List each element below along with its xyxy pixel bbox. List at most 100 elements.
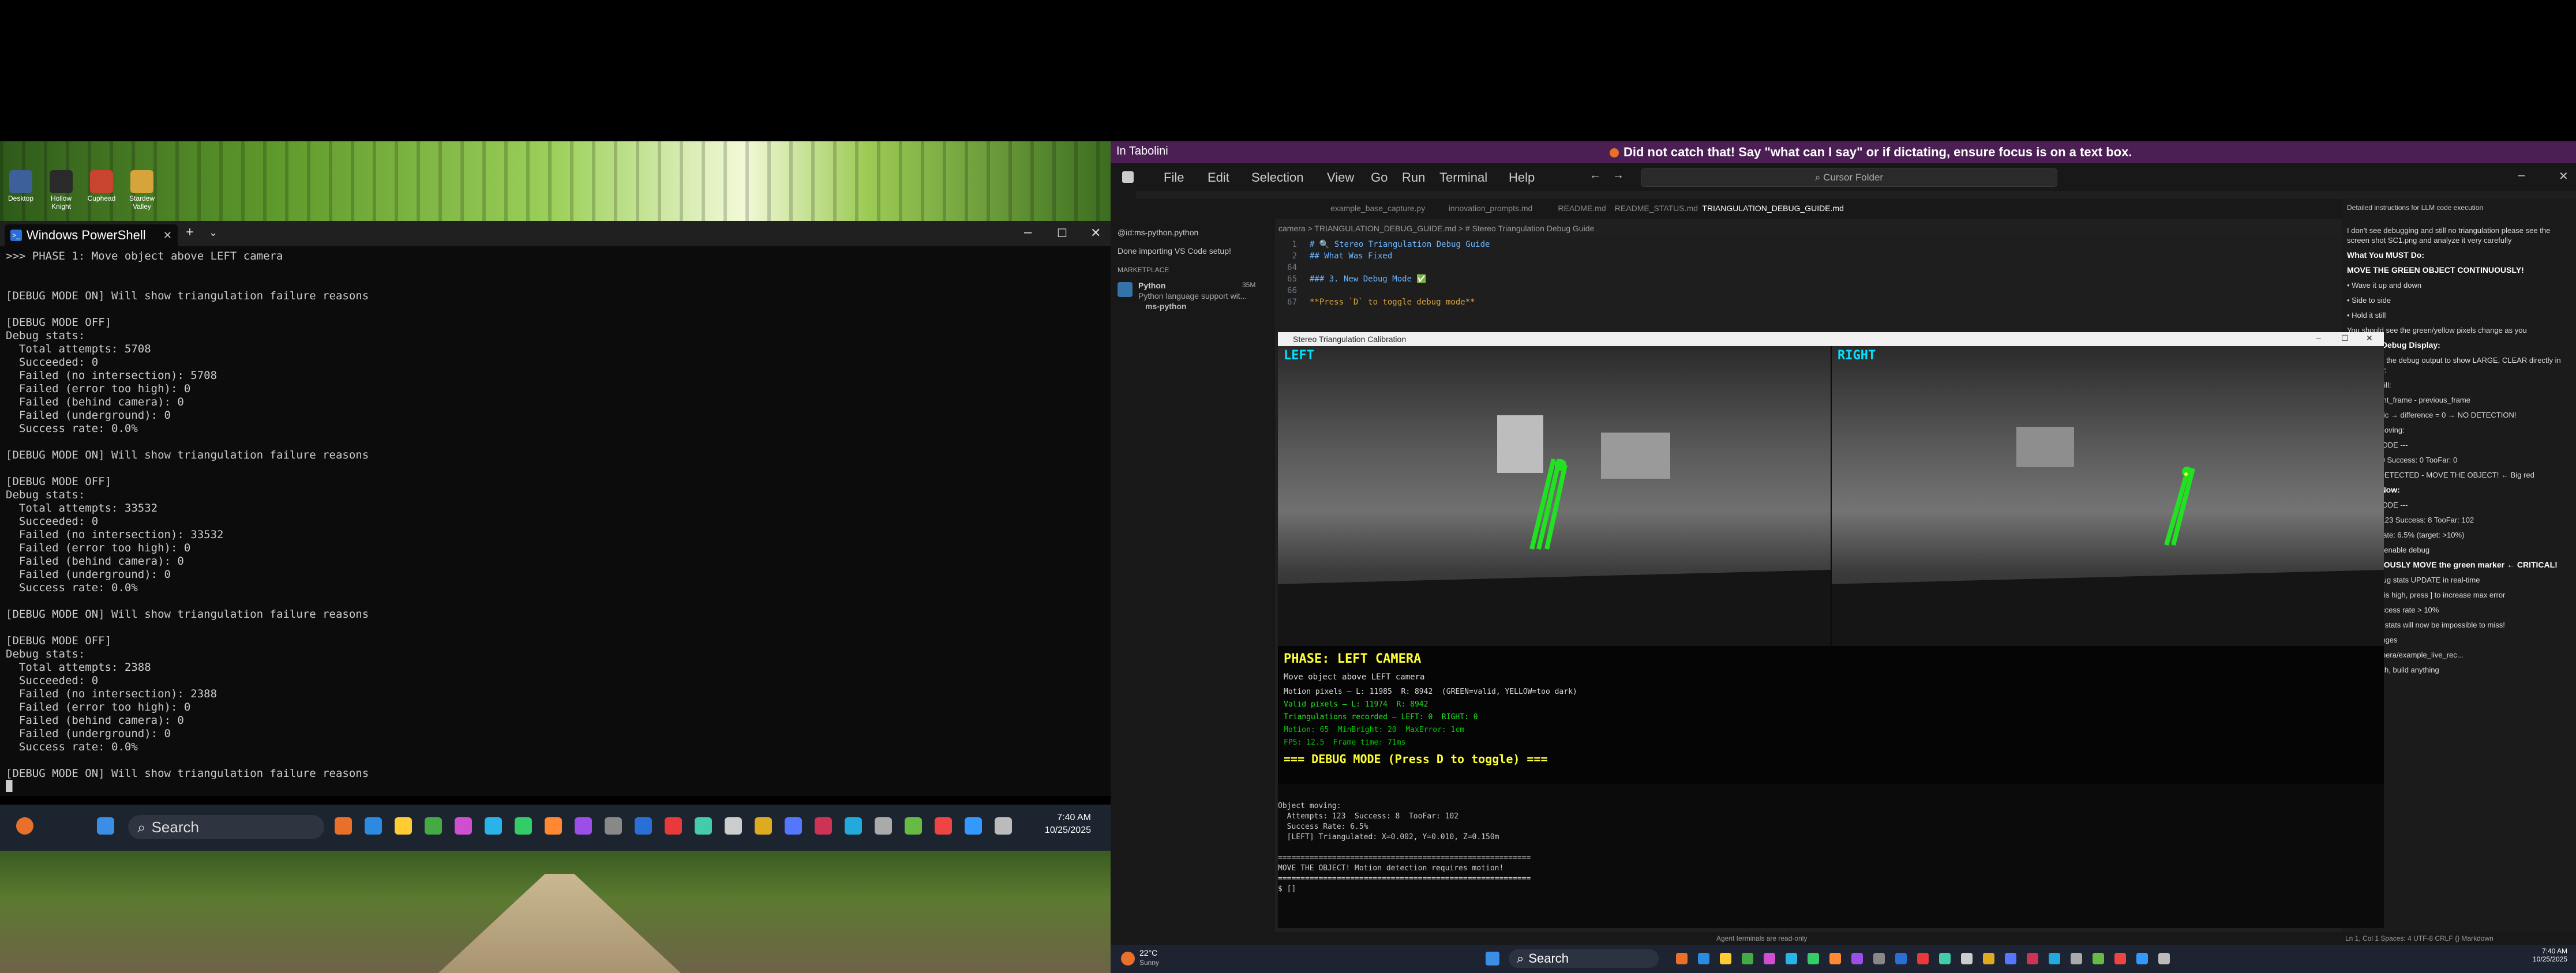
taskbar-app-icon[interactable] (1851, 953, 1863, 964)
taskbar-search[interactable]: ⌕ Search (128, 815, 324, 839)
menu-go[interactable]: Go (1371, 170, 1388, 185)
taskbar-app-icon[interactable] (2158, 953, 2170, 964)
taskbar-app-icon[interactable] (635, 817, 652, 835)
start-button[interactable] (1486, 952, 1499, 966)
menu-edit[interactable]: Edit (1208, 170, 1229, 185)
taskbar-app-icon[interactable] (1917, 953, 1929, 964)
breadcrumb-path[interactable]: camera > TRIANGULATION_DEBUG_GUIDE.md > … (1278, 224, 1594, 233)
close-tab-icon[interactable]: ✕ (163, 230, 172, 242)
taskbar-clock[interactable]: 7:40 AM 10/25/2025 (2533, 947, 2567, 963)
taskbar-app-icon[interactable] (995, 817, 1012, 835)
taskbar-app-icon[interactable] (425, 817, 442, 835)
editor-tab[interactable]: example_base_capture.py (1330, 204, 1425, 213)
taskbar-app-icon[interactable] (2071, 953, 2082, 964)
taskbar-app-icon[interactable] (455, 817, 472, 835)
chevron-down-icon[interactable]: ⌄ (209, 227, 218, 239)
taskbar-app-icon[interactable] (1698, 953, 1709, 964)
taskbar-app-icon[interactable] (1786, 953, 1797, 964)
close-button[interactable]: ✕ (1090, 226, 1101, 241)
taskbar-app-icon[interactable] (815, 817, 832, 835)
minimize-button[interactable]: – (2316, 333, 2321, 343)
taskbar-app-icon[interactable] (755, 817, 772, 835)
calibration-titlebar[interactable]: Stereo Triangulation Calibration – ☐ ✕ (1278, 332, 2384, 346)
taskbar-app-icon[interactable] (485, 817, 502, 835)
taskbar-app-icon[interactable] (1895, 953, 1907, 964)
desktop-icon[interactable]: Hollow Knight (45, 170, 77, 211)
taskbar-app-icon[interactable] (2005, 953, 2016, 964)
taskbar-app-icon[interactable] (2027, 953, 2038, 964)
start-button[interactable] (97, 817, 114, 835)
taskbar-app-icon[interactable] (845, 817, 862, 835)
editor-tab[interactable]: README.md (1558, 204, 1606, 213)
taskbar-app-icon[interactable] (365, 817, 382, 835)
taskbar-app-icon[interactable] (2049, 953, 2060, 964)
taskbar-app-icon[interactable] (1983, 953, 1994, 964)
calibration-window[interactable]: Stereo Triangulation Calibration – ☐ ✕ L… (1278, 332, 2384, 784)
terminal-output[interactable]: >>> PHASE 1: Move object above LEFT came… (6, 250, 1102, 792)
taskbar-app-icon[interactable] (1742, 953, 1753, 964)
taskbar-app-icon[interactable] (2136, 953, 2148, 964)
menu-file[interactable]: File (1164, 170, 1184, 185)
menu-help[interactable]: Help (1509, 170, 1535, 185)
powershell-titlebar[interactable]: >_ Windows PowerShell ✕ + ⌄ – ☐ ✕ (0, 221, 1111, 246)
minimize-button[interactable]: – (1024, 224, 1032, 241)
taskbar-app-icon[interactable] (785, 817, 802, 835)
menu-terminal[interactable]: Terminal (1439, 170, 1487, 185)
taskbar-app-icon[interactable] (545, 817, 562, 835)
taskbar-app-icon[interactable] (2114, 953, 2126, 964)
taskbar-app-icon[interactable] (1764, 953, 1775, 964)
taskbar-search[interactable]: ⌕ Search (1509, 949, 1659, 968)
editor-tab[interactable]: README_STATUS.md (1615, 204, 1698, 213)
menu-run[interactable]: Run (1402, 170, 1425, 185)
taskbar-app-icon[interactable] (515, 817, 532, 835)
weather-icon[interactable] (1121, 952, 1135, 966)
taskbar-app-icon[interactable] (935, 817, 952, 835)
editor-line[interactable]: 66 (1275, 286, 2342, 298)
close-button[interactable]: ✕ (2559, 169, 2568, 183)
taskbar-app-icon[interactable] (1829, 953, 1841, 964)
taskbar-app-icon[interactable] (665, 817, 682, 835)
menu-selection[interactable]: Selection (1251, 170, 1304, 185)
weather-icon[interactable] (16, 817, 33, 835)
markdown-editor[interactable]: 1 # 🔍 Stereo Triangulation Debug Guide 2 ##… (1275, 236, 2342, 337)
taskbar-app-icon[interactable] (1939, 953, 1951, 964)
close-button[interactable]: ✕ (2366, 333, 2373, 343)
editor-line[interactable]: 1 # 🔍 Stereo Triangulation Debug Guide (1275, 240, 2342, 251)
taskbar-app-icon[interactable] (1873, 953, 1885, 964)
editor-line[interactable]: 2 ## What Was Fixed (1275, 251, 2342, 263)
taskbar-app-icon[interactable] (575, 817, 592, 835)
new-tab-button[interactable]: + (186, 224, 194, 241)
forward-arrow-icon[interactable]: → (1613, 169, 1624, 182)
taskbar-app-icon[interactable] (725, 817, 742, 835)
taskbar-app-icon[interactable] (335, 817, 352, 835)
taskbar-app-icon[interactable] (1720, 953, 1731, 964)
marketplace-section[interactable]: MARKETPLACE (1118, 266, 1169, 274)
editor-line[interactable]: 65 ### 3. New Debug Mode ✅ (1275, 275, 2342, 286)
taskbar-app-icon[interactable] (395, 817, 412, 835)
maximize-button[interactable]: ☐ (1057, 226, 1067, 241)
editor-tab[interactable]: innovation_prompts.md (1449, 204, 1533, 213)
maximize-button[interactable]: ☐ (2341, 333, 2349, 343)
extension-search-input[interactable]: @id:ms-python.python (1118, 228, 1268, 237)
taskbar-app-icon[interactable] (605, 817, 622, 835)
script-terminal-output[interactable]: Object moving: Attempts: 123 Success: 8 … (1278, 784, 2384, 928)
back-arrow-icon[interactable]: ← (1589, 169, 1601, 182)
taskbar-app-icon[interactable] (965, 817, 982, 835)
taskbar-clock[interactable]: 7:40 AM 10/25/2025 (1045, 812, 1091, 837)
taskbar-app-icon[interactable] (1961, 953, 1973, 964)
menu-view[interactable]: View (1327, 170, 1354, 185)
editor-line[interactable]: 64 (1275, 263, 2342, 275)
powershell-tab[interactable]: >_ Windows PowerShell ✕ (5, 224, 178, 246)
powershell-window[interactable]: >_ Windows PowerShell ✕ + ⌄ – ☐ ✕ >>> PH… (0, 221, 1111, 796)
minimize-button[interactable]: – (2518, 169, 2525, 182)
taskbar-app-icon[interactable] (905, 817, 922, 835)
taskbar-app-icon[interactable] (2093, 953, 2104, 964)
taskbar-app-icon[interactable] (1676, 953, 1688, 964)
desktop-icon[interactable]: Desktop (5, 170, 37, 202)
taskbar-app-icon[interactable] (695, 817, 712, 835)
extension-name[interactable]: Python (1138, 281, 1165, 290)
editor-tab[interactable]: TRIANGULATION_DEBUG_GUIDE.md (1702, 204, 1844, 213)
desktop-icon[interactable]: Cuphead (85, 170, 118, 202)
taskbar-app-icon[interactable] (875, 817, 892, 835)
command-center[interactable]: ⌕ Cursor Folder (1641, 168, 2057, 187)
